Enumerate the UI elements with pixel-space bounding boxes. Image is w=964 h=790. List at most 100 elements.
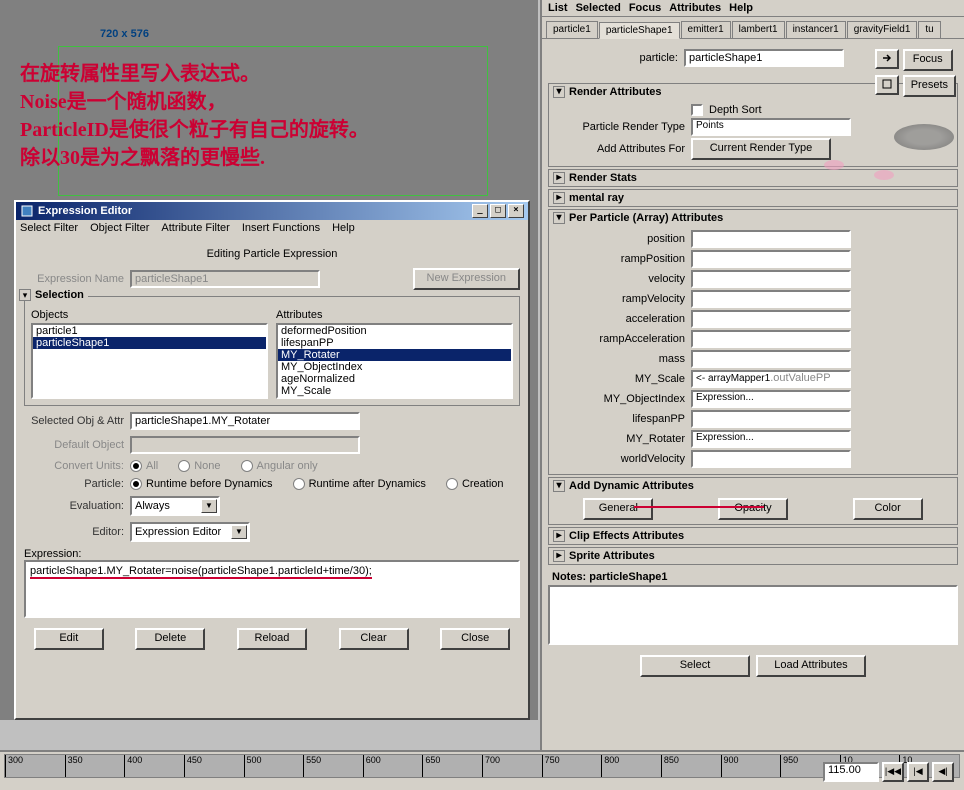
current-frame-field[interactable]: 115.00: [823, 762, 879, 782]
pp-field-rampposition[interactable]: [691, 250, 851, 268]
pp-field-my_rotater[interactable]: Expression...: [691, 430, 851, 448]
pp-field-velocity[interactable]: [691, 270, 851, 288]
color-button[interactable]: Color: [853, 498, 923, 520]
pp-field-lifespanpp[interactable]: [691, 410, 851, 428]
window-title-bar[interactable]: Expression Editor _ □ ×: [16, 202, 528, 220]
selected-obj-field[interactable]: particleShape1.MY_Rotater: [130, 412, 360, 430]
notes-textarea[interactable]: [548, 585, 958, 645]
timeline-tick[interactable]: 750: [542, 755, 602, 777]
attributes-listbox[interactable]: deformedPosition lifespanPP MY_Rotater M…: [276, 323, 513, 399]
collapse-toggle[interactable]: ▸: [553, 530, 565, 542]
menu-list[interactable]: List: [548, 2, 568, 14]
timeline-tick[interactable]: 500: [244, 755, 304, 777]
attr-item[interactable]: deformedPosition: [278, 325, 511, 337]
expression-textarea[interactable]: particleShape1.MY_Rotater=noise(particle…: [24, 560, 520, 618]
pp-field-rampvelocity[interactable]: [691, 290, 851, 308]
reload-button[interactable]: Reload: [237, 628, 307, 650]
pp-field-my_scale[interactable]: <- arrayMapper1.outValuePP: [691, 370, 851, 388]
section-header-sprite-attrs[interactable]: ▸ Sprite Attributes: [549, 548, 957, 564]
menu-attribute-filter[interactable]: Attribute Filter: [161, 222, 229, 234]
collapse-toggle[interactable]: ▸: [553, 192, 565, 204]
radio-none[interactable]: [178, 460, 190, 472]
collapse-toggle[interactable]: ▾: [553, 86, 565, 98]
timeline-ruler[interactable]: 3003504004505005506006507007508008509009…: [4, 754, 960, 778]
new-expression-button[interactable]: New Expression: [413, 268, 520, 290]
close-button[interactable]: Close: [440, 628, 510, 650]
expr-name-field[interactable]: particleShape1: [130, 270, 320, 288]
current-render-type-button[interactable]: Current Render Type: [691, 138, 831, 160]
opacity-button[interactable]: Opacity: [718, 498, 788, 520]
collapse-toggle[interactable]: ▾: [553, 480, 565, 492]
delete-button[interactable]: Delete: [135, 628, 205, 650]
rewind-start-button[interactable]: |◀◀: [882, 762, 904, 782]
clear-button[interactable]: Clear: [339, 628, 409, 650]
pp-field-acceleration[interactable]: [691, 310, 851, 328]
section-header-render-stats[interactable]: ▸ Render Stats: [549, 170, 957, 186]
collapse-toggle[interactable]: ▸: [553, 550, 565, 562]
render-type-field[interactable]: Points: [691, 118, 851, 136]
pp-field-rampacceleration[interactable]: [691, 330, 851, 348]
timeline-tick[interactable]: 400: [124, 755, 184, 777]
section-header-per-particle[interactable]: ▾ Per Particle (Array) Attributes: [549, 210, 957, 226]
menu-select-filter[interactable]: Select Filter: [20, 222, 78, 234]
tab-particleshape1[interactable]: particleShape1: [599, 22, 680, 39]
tab-gravityfield1[interactable]: gravityField1: [847, 21, 918, 38]
menu-insert-functions[interactable]: Insert Functions: [242, 222, 320, 234]
object-item-particle1[interactable]: particle1: [33, 325, 266, 337]
timeline-tick[interactable]: 800: [601, 755, 661, 777]
menu-object-filter[interactable]: Object Filter: [90, 222, 149, 234]
radio-angular[interactable]: [241, 460, 253, 472]
timeline-tick[interactable]: 850: [661, 755, 721, 777]
radio-all[interactable]: [130, 460, 142, 472]
pp-field-position[interactable]: [691, 230, 851, 248]
timeline-tick[interactable]: 300: [5, 755, 65, 777]
radio-runtime-after[interactable]: [293, 478, 305, 490]
radio-creation[interactable]: [446, 478, 458, 490]
pp-field-worldvelocity[interactable]: [691, 450, 851, 468]
timeline-tick[interactable]: 650: [422, 755, 482, 777]
tab-particle1[interactable]: particle1: [546, 21, 598, 38]
section-header-clip-effects[interactable]: ▸ Clip Effects Attributes: [549, 528, 957, 544]
editor-dropdown[interactable]: Expression Editor ▼: [130, 522, 250, 542]
timeline-tick[interactable]: 450: [184, 755, 244, 777]
timeline-tick[interactable]: 600: [363, 755, 423, 777]
object-item-particleshape1[interactable]: particleShape1: [33, 337, 266, 349]
menu-focus[interactable]: Focus: [629, 2, 661, 14]
viewport-render-area[interactable]: 720 x 576 在旋转属性里写入表达式。 Noise是一个随机函数， Par…: [10, 0, 530, 200]
attr-item[interactable]: MY_Scale: [278, 385, 511, 397]
radio-runtime-before[interactable]: [130, 478, 142, 490]
tab-emitter1[interactable]: emitter1: [681, 21, 731, 38]
collapse-toggle[interactable]: ▸: [553, 172, 565, 184]
play-back-button[interactable]: ◀|: [932, 762, 954, 782]
attr-item[interactable]: lifespanPP: [278, 337, 511, 349]
objects-listbox[interactable]: particle1 particleShape1: [31, 323, 268, 399]
select-button[interactable]: Select: [640, 655, 750, 677]
close-button[interactable]: ×: [508, 204, 524, 218]
minimize-button[interactable]: _: [472, 204, 488, 218]
menu-help[interactable]: Help: [332, 222, 355, 234]
load-attributes-button[interactable]: Load Attributes: [756, 655, 866, 677]
presets-button[interactable]: Presets: [903, 75, 956, 97]
evaluation-dropdown[interactable]: Always ▼: [130, 496, 220, 516]
selection-collapse-toggle[interactable]: ▾: [19, 289, 31, 301]
focus-button[interactable]: Focus: [903, 49, 953, 71]
menu-selected[interactable]: Selected: [576, 2, 621, 14]
general-button[interactable]: General: [583, 498, 653, 520]
tab-instancer1[interactable]: instancer1: [786, 21, 846, 38]
timeline-tick[interactable]: 700: [482, 755, 542, 777]
section-header-mental-ray[interactable]: ▸ mental ray: [549, 190, 957, 206]
section-header-add-dynamic[interactable]: ▾ Add Dynamic Attributes: [549, 478, 957, 494]
timeline-tick[interactable]: 900: [721, 755, 781, 777]
pp-field-mass[interactable]: [691, 350, 851, 368]
step-back-button[interactable]: |◀: [907, 762, 929, 782]
menu-attributes[interactable]: Attributes: [669, 2, 721, 14]
particle-name-field[interactable]: particleShape1: [684, 49, 844, 67]
menu-help[interactable]: Help: [729, 2, 753, 14]
timeline-tick[interactable]: 350: [65, 755, 125, 777]
depth-sort-checkbox[interactable]: [691, 104, 703, 116]
timeline-tick[interactable]: 550: [303, 755, 363, 777]
collapse-toggle[interactable]: ▾: [553, 212, 565, 224]
go-button[interactable]: [875, 49, 899, 69]
maximize-button[interactable]: □: [490, 204, 506, 218]
attr-item[interactable]: MY_ObjectIndex: [278, 361, 511, 373]
